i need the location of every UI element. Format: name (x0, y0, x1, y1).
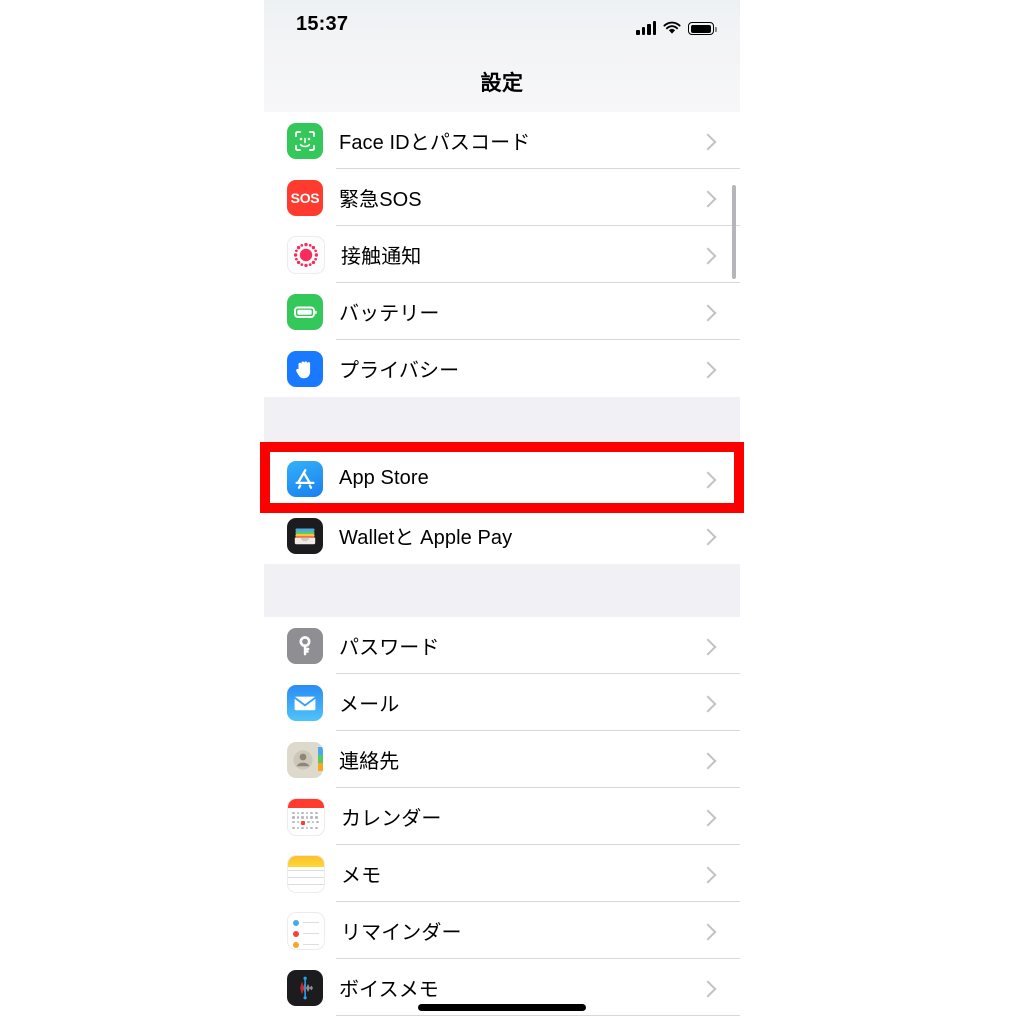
chevron-right-icon (699, 923, 717, 940)
settings-row-label: 緊急SOS (339, 189, 422, 211)
reminders-icon (287, 911, 325, 950)
status-bar-time: 15:37 (296, 13, 349, 35)
contacts-tabs (318, 746, 323, 771)
mail-envelope-icon (287, 684, 323, 721)
settings-row-label: メモ (341, 865, 382, 887)
settings-group-security: Face IDとパスコード SOS 緊急SOS 接触通知 バッテリー プライバシ… (264, 112, 740, 397)
chevron-right-icon (699, 190, 717, 207)
calendar-icon (287, 797, 325, 836)
app-store-icon (287, 460, 323, 497)
settings-row-face-id[interactable]: Face IDとパスコード (264, 112, 740, 169)
key-icon (287, 627, 323, 664)
settings-row-label: プライバシー (339, 360, 460, 382)
settings-row-phone[interactable]: 電話 (264, 1016, 740, 1024)
home-indicator[interactable] (418, 1004, 586, 1011)
settings-row-reminders[interactable]: リマインダー (264, 902, 740, 959)
settings-row-label: ボイスメモ (339, 979, 439, 1001)
voice-memos-icon (287, 969, 323, 1006)
battery-full-icon (688, 22, 717, 35)
settings-row-mail[interactable]: メール (264, 674, 740, 731)
chevron-right-icon (699, 980, 717, 997)
chevron-right-icon (699, 247, 717, 264)
settings-row-exposure-notifications[interactable]: 接触通知 (264, 226, 740, 283)
settings-row-label: カレンダー (341, 808, 442, 830)
contacts-icon (287, 741, 323, 778)
settings-row-label: Walletと Apple Pay (339, 527, 513, 549)
settings-group-apps: パスワード メール 連絡先 カレンダー メモ リマインダー ボイスメモ (264, 617, 740, 1024)
settings-row-battery[interactable]: バッテリー (264, 283, 740, 340)
settings-row-emergency-sos[interactable]: SOS 緊急SOS (264, 169, 740, 226)
chevron-right-icon (699, 133, 717, 150)
chevron-right-icon (699, 361, 717, 378)
settings-row-privacy[interactable]: プライバシー (264, 340, 740, 397)
calendar-dot-grid (292, 811, 320, 830)
settings-row-label: 連絡先 (339, 751, 400, 773)
settings-row-contacts[interactable]: 連絡先 (264, 731, 740, 788)
battery-icon (287, 293, 323, 330)
scroll-indicator[interactable] (732, 185, 736, 279)
page-title: 設定 (480, 72, 524, 95)
settings-group-store: App Store Walletと Apple Pay (264, 450, 740, 564)
wallet-icon (287, 517, 323, 554)
notes-icon (287, 854, 325, 893)
settings-row-calendar[interactable]: カレンダー (264, 788, 740, 845)
phone-screen: 15:37 設定 Face IDとパスコード SOS 緊急SOS 接触通知 バッ… (264, 0, 740, 1024)
status-bar: 15:37 (264, 0, 740, 52)
privacy-hand-icon (287, 350, 323, 387)
settings-row-passwords[interactable]: パスワード (264, 617, 740, 674)
chevron-right-icon (699, 638, 717, 655)
settings-row-label: パスワード (339, 637, 440, 659)
cellular-signal-icon (636, 20, 656, 35)
chevron-right-icon (699, 471, 717, 488)
chevron-right-icon (699, 304, 717, 321)
faceid-icon (287, 122, 323, 159)
settings-row-label: バッテリー (339, 303, 440, 325)
settings-row-label: App Store (339, 467, 429, 489)
status-bar-icons (636, 15, 717, 35)
group-gap (264, 564, 740, 617)
exposure-notification-icon (287, 235, 325, 274)
chevron-right-icon (699, 809, 717, 826)
chevron-right-icon (699, 695, 717, 712)
settings-row-label: 接触通知 (341, 246, 422, 268)
settings-row-wallet-apple-pay[interactable]: Walletと Apple Pay (264, 507, 740, 564)
settings-row-app-store[interactable]: App Store (264, 450, 740, 507)
settings-row-notes[interactable]: メモ (264, 845, 740, 902)
chevron-right-icon (699, 866, 717, 883)
chevron-right-icon (699, 528, 717, 545)
settings-row-label: メール (339, 694, 400, 716)
nav-bar: 設定 (264, 52, 740, 112)
settings-row-label: Face IDとパスコード (339, 132, 531, 154)
settings-row-label: リマインダー (341, 922, 462, 944)
settings-list: Face IDとパスコード SOS 緊急SOS 接触通知 バッテリー プライバシ… (264, 112, 740, 1024)
chevron-right-icon (699, 752, 717, 769)
wifi-icon (663, 21, 681, 34)
group-gap (264, 397, 740, 450)
sos-icon: SOS (287, 179, 323, 216)
